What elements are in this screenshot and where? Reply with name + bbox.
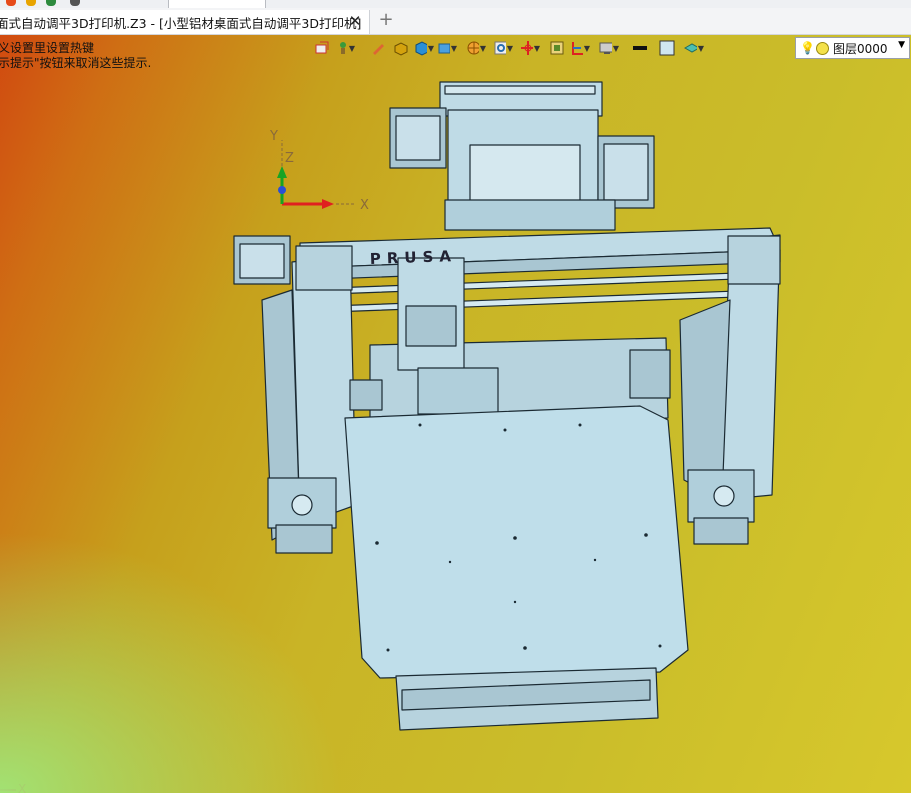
print-icon[interactable] (70, 0, 80, 6)
graphics-viewport[interactable]: 义设置里设置热键 示提示"按钮来取消这些提示. ▼ ▼ ▼ ▼ ▼ ▼ ▼ ▼ … (0, 35, 911, 793)
new-tab-button[interactable]: + (377, 9, 395, 30)
new-file-icon[interactable] (26, 0, 36, 6)
heated-bed (344, 405, 689, 679)
close-icon[interactable]: ✕ (347, 12, 363, 30)
axis-triad: X Y Z (269, 129, 369, 213)
app-icon[interactable] (6, 0, 16, 6)
document-tab-title: 面式自动调平3D打印机.Z3 - [小型铝材桌面式自动调平3D打印机] (0, 15, 362, 31)
document-tab-bar: 面式自动调平3D打印机.Z3 - [小型铝材桌面式自动调平3D打印机] ✕ + (0, 8, 911, 35)
axis-z-label: Z (285, 151, 294, 166)
printer-model[interactable]: PRUSA X Y Z X (0, 35, 911, 793)
corner-axis-x-label: X (18, 782, 26, 793)
document-tab[interactable]: 面式自动调平3D打印机.Z3 - [小型铝材桌面式自动调平3D打印机] ✕ (0, 10, 370, 34)
axis-y-label: Y (269, 129, 278, 144)
corner-axis: X (0, 782, 26, 793)
save-icon[interactable] (46, 0, 56, 6)
axis-x-label: X (360, 198, 369, 213)
brand-text: PRUSA (370, 247, 458, 268)
